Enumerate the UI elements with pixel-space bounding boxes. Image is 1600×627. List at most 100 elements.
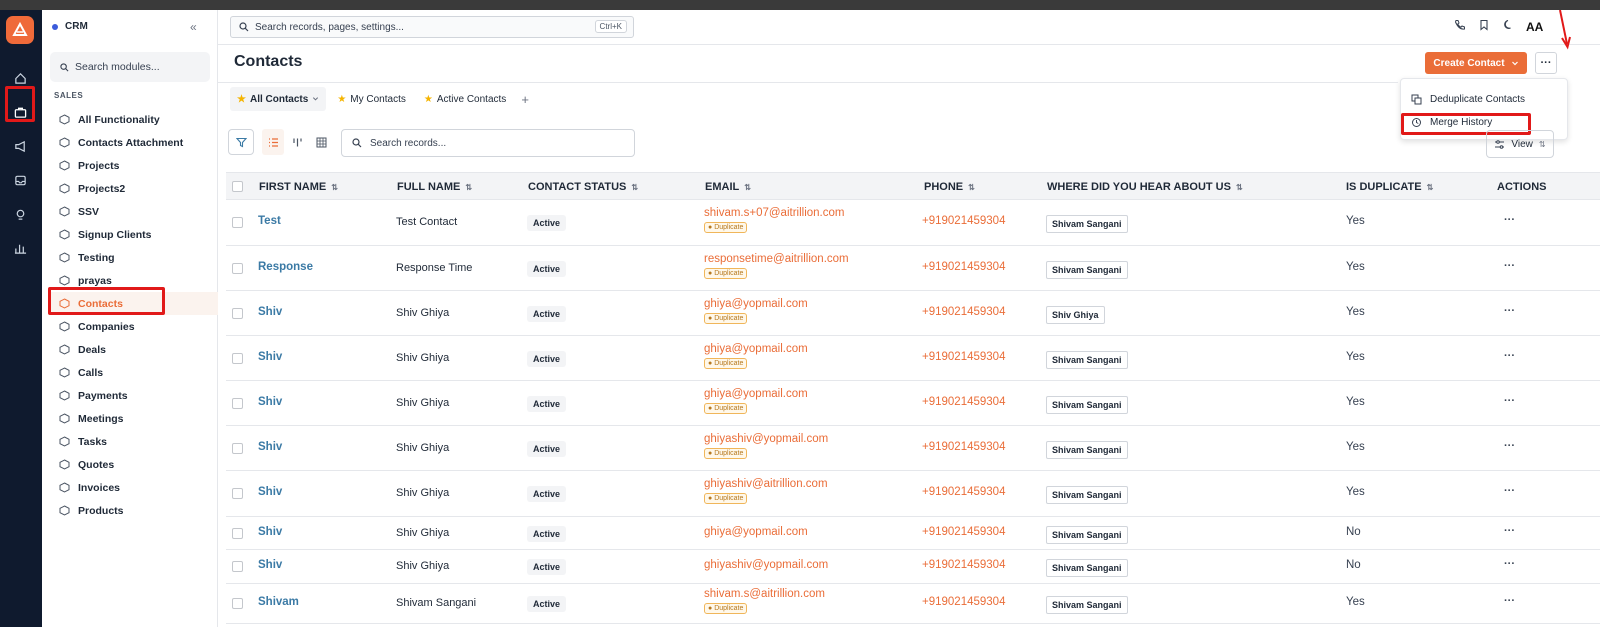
kanban-view-button[interactable]	[286, 129, 308, 155]
table-row[interactable]: Shiv Shiv Ghiya Active ghiya@yopmail.com ● D…	[226, 381, 1600, 426]
phone-link[interactable]: +919021459304	[922, 396, 1005, 408]
email-link[interactable]: ghiya@yopmail.com	[704, 298, 808, 310]
email-link[interactable]: ghiyashiv@aitrillion.com	[704, 478, 828, 490]
more-options-button[interactable]: ···	[1535, 52, 1557, 74]
sidebar-item-signup-clients[interactable]: Signup Clients	[50, 223, 218, 246]
phone-link[interactable]: +919021459304	[922, 351, 1005, 363]
analytics-icon[interactable]	[8, 236, 32, 260]
email-link[interactable]: ghiya@yopmail.com	[704, 526, 808, 538]
sidebar-item-meetings[interactable]: Meetings	[50, 407, 218, 430]
view-options-button[interactable]: View ⇅	[1486, 130, 1554, 158]
row-actions-button[interactable]: ···	[1504, 525, 1515, 537]
table-row[interactable]: Response Response Time Active responsetime@…	[226, 246, 1600, 291]
row-checkbox[interactable]	[232, 488, 243, 499]
phone-link[interactable]: +919021459304	[922, 486, 1005, 498]
email-link[interactable]: responsetime@aitrillion.com	[704, 253, 849, 265]
select-all-checkbox[interactable]	[232, 181, 243, 192]
create-contact-button[interactable]: Create Contact	[1425, 52, 1527, 74]
table-row[interactable]: Shiv Shiv Ghiya Active ghiyashiv@yopmail.co…	[226, 426, 1600, 471]
sidebar-item-deals[interactable]: Deals	[50, 338, 218, 361]
row-actions-button[interactable]: ···	[1504, 395, 1515, 407]
first-name-link[interactable]: Shiv	[258, 351, 282, 363]
row-checkbox[interactable]	[232, 561, 243, 572]
column-header-full-name[interactable]: FULL NAME ⇅	[397, 181, 472, 193]
first-name-link[interactable]: Response	[258, 261, 313, 273]
row-actions-button[interactable]: ···	[1504, 214, 1515, 226]
phone-link[interactable]: +919021459304	[922, 306, 1005, 318]
sidebar-item-tasks[interactable]: Tasks	[50, 430, 218, 453]
email-link[interactable]: shivam.s@aitrillion.com	[704, 588, 825, 600]
row-actions-button[interactable]: ···	[1504, 440, 1515, 452]
global-search-input[interactable]: Search records, pages, settings... Ctrl+…	[230, 16, 634, 38]
table-row[interactable]: Shiv Shiv Ghiya Active ghiya@yopmail.com +91…	[226, 517, 1600, 550]
add-tab-button[interactable]: +	[517, 92, 529, 107]
phone-link[interactable]: +919021459304	[922, 596, 1005, 608]
sidebar-item-projects2[interactable]: Projects2	[50, 177, 218, 200]
row-actions-button[interactable]: ···	[1504, 485, 1515, 497]
filter-button[interactable]	[228, 129, 254, 155]
table-row[interactable]: Shiv Shiv Ghiya Active ghiyashiv@aitrillion…	[226, 471, 1600, 517]
table-row[interactable]: Shiv Shiv Ghiya Active ghiya@yopmail.com ● D…	[226, 291, 1600, 336]
column-header-first-name[interactable]: FIRST NAME ⇅	[259, 181, 338, 193]
row-actions-button[interactable]: ···	[1504, 260, 1515, 272]
row-checkbox[interactable]	[232, 598, 243, 609]
headset-icon[interactable]	[8, 202, 32, 226]
email-link[interactable]: shivam.s+07@aitrillion.com	[704, 207, 844, 219]
collapse-sidebar-icon[interactable]: «	[190, 20, 197, 34]
inbox-icon[interactable]	[8, 168, 32, 192]
first-name-link[interactable]: Shiv	[258, 559, 282, 571]
megaphone-icon[interactable]	[8, 134, 32, 158]
phone-link[interactable]: +919021459304	[922, 215, 1005, 227]
table-row[interactable]: Shiv Shiv Ghiya Active ghiyashiv@yopmail.co…	[226, 550, 1600, 584]
table-row[interactable]: Test Test Contact Active shivam.s+07@aitril…	[226, 200, 1600, 246]
first-name-link[interactable]: Test	[258, 215, 281, 227]
column-header-email[interactable]: EMAIL ⇅	[705, 181, 751, 193]
sidebar-item-products[interactable]: Products	[50, 499, 218, 522]
deduplicate-contacts-item[interactable]: Deduplicate Contacts	[1407, 89, 1561, 109]
column-header-is-duplicate[interactable]: IS DUPLICATE ⇅	[1346, 181, 1433, 193]
column-header-where-did-you-hear-about-us[interactable]: WHERE DID YOU HEAR ABOUT US ⇅	[1047, 181, 1243, 193]
sidebar-item-projects[interactable]: Projects	[50, 154, 218, 177]
row-actions-button[interactable]: ···	[1504, 350, 1515, 362]
row-checkbox[interactable]	[232, 353, 243, 364]
email-link[interactable]: ghiya@yopmail.com	[704, 388, 808, 400]
sidebar-item-companies[interactable]: Companies	[50, 315, 218, 338]
column-header-actions[interactable]: ACTIONS	[1497, 181, 1547, 193]
row-checkbox[interactable]	[232, 443, 243, 454]
phone-link[interactable]: +919021459304	[922, 559, 1005, 571]
record-search-input[interactable]: Search records...	[341, 129, 635, 157]
tab-my-contacts[interactable]: ★ My Contacts	[330, 87, 413, 111]
phone-link[interactable]: +919021459304	[922, 441, 1005, 453]
moon-icon[interactable]	[1502, 18, 1514, 36]
first-name-link[interactable]: Shiv	[258, 396, 282, 408]
email-link[interactable]: ghiyashiv@yopmail.com	[704, 433, 828, 445]
email-link[interactable]: ghiya@yopmail.com	[704, 343, 808, 355]
sidebar-item-ssv[interactable]: SSV	[50, 200, 218, 223]
column-header-phone[interactable]: PHONE ⇅	[924, 181, 975, 193]
row-actions-button[interactable]: ···	[1504, 558, 1515, 570]
first-name-link[interactable]: Shiv	[258, 526, 282, 538]
phone-icon[interactable]	[1454, 18, 1466, 36]
row-actions-button[interactable]: ···	[1504, 595, 1515, 607]
row-checkbox[interactable]	[232, 263, 243, 274]
sidebar-item-invoices[interactable]: Invoices	[50, 476, 218, 499]
row-checkbox[interactable]	[232, 217, 243, 228]
tab-all-contacts[interactable]: ★ All Contacts	[230, 87, 327, 111]
tab-active-contacts[interactable]: ★ Active Contacts	[417, 87, 513, 111]
row-actions-button[interactable]: ···	[1504, 305, 1515, 317]
first-name-link[interactable]: Shiv	[258, 486, 282, 498]
column-header-contact-status[interactable]: CONTACT STATUS ⇅	[528, 181, 638, 193]
list-view-button[interactable]	[262, 129, 284, 155]
phone-link[interactable]: +919021459304	[922, 526, 1005, 538]
row-checkbox[interactable]	[232, 308, 243, 319]
first-name-link[interactable]: Shiv	[258, 441, 282, 453]
sidebar-item-quotes[interactable]: Quotes	[50, 453, 218, 476]
email-link[interactable]: ghiyashiv@yopmail.com	[704, 559, 828, 571]
first-name-link[interactable]: Shivam	[258, 596, 299, 608]
grid-view-button[interactable]	[310, 129, 332, 155]
first-name-link[interactable]: Shiv	[258, 306, 282, 318]
sidebar-item-payments[interactable]: Payments	[50, 384, 218, 407]
app-logo-icon[interactable]	[6, 16, 34, 44]
table-row[interactable]: Shivam Shivam Sangani Active shivam.s@aitri…	[226, 584, 1600, 624]
module-search-input[interactable]: Search modules...	[50, 52, 210, 82]
